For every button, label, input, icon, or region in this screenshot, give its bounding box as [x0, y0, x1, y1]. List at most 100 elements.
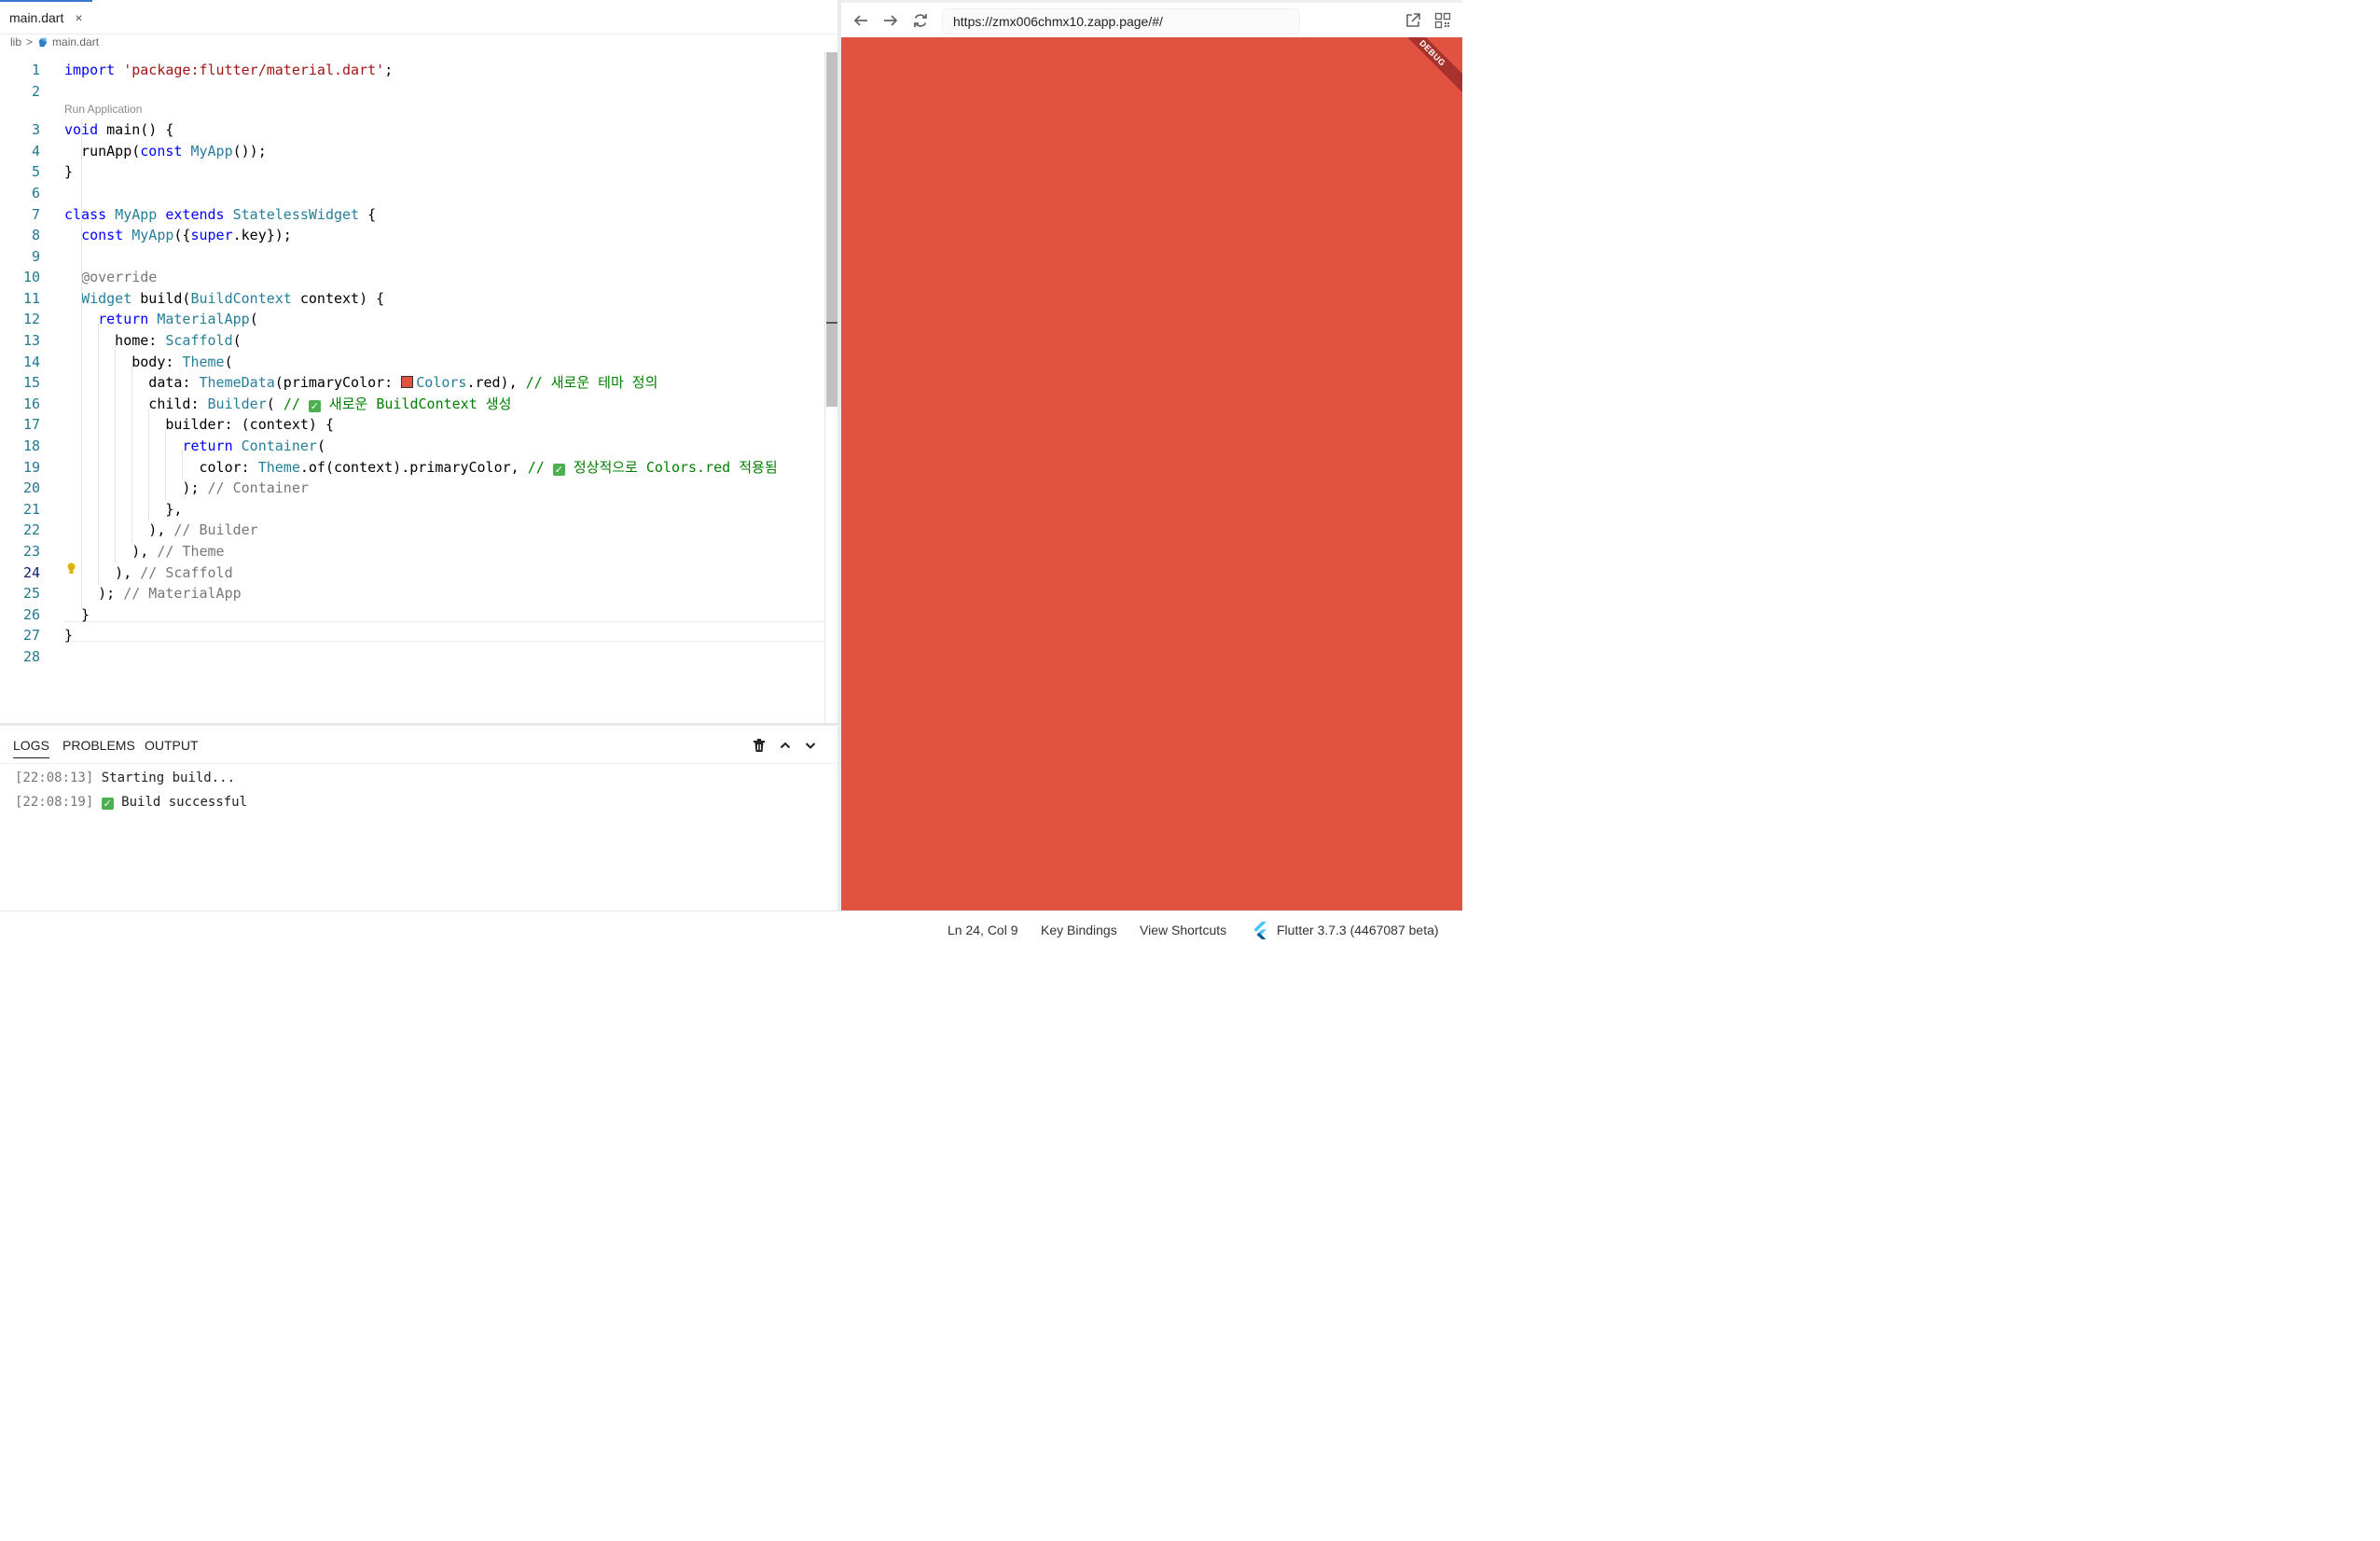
- cursor-position[interactable]: Ln 24, Col 9: [948, 923, 1018, 937]
- color-swatch-icon[interactable]: [401, 376, 414, 388]
- code-line[interactable]: 6: [0, 183, 824, 203]
- code-line[interactable]: 25 ); // MaterialApp: [0, 583, 824, 604]
- tab-main-dart[interactable]: main.dart ×: [0, 0, 92, 34]
- line-number: 10: [22, 269, 40, 285]
- line-number: 9: [31, 248, 40, 265]
- code-line[interactable]: 24 ), // Scaffold: [0, 562, 824, 583]
- code-line[interactable]: 17 builder: (context) {: [0, 414, 824, 435]
- code-line[interactable]: 2: [0, 81, 824, 102]
- view-shortcuts-button[interactable]: View Shortcuts: [1140, 923, 1226, 937]
- chevron-up-icon[interactable]: [778, 738, 793, 753]
- code-line[interactable]: 26 }: [0, 604, 824, 625]
- line-number: 6: [31, 185, 40, 201]
- code-text: ), // Builder: [64, 520, 257, 540]
- code-token: extends: [165, 206, 225, 223]
- browser-toolbar: https://zmx006chmx10.zapp.page/#/: [841, 0, 1462, 37]
- check-mark-icon: ✓: [552, 464, 565, 476]
- code-token: (: [266, 396, 284, 412]
- code-token: Container: [241, 437, 317, 454]
- line-number: 2: [31, 83, 40, 100]
- code-line[interactable]: 10 @override: [0, 267, 824, 287]
- code-token: //: [527, 459, 553, 476]
- log-message: Build successful: [121, 795, 248, 810]
- breadcrumb-folder[interactable]: lib: [10, 35, 21, 49]
- line-number: 27: [22, 627, 40, 644]
- code-line[interactable]: 9: [0, 246, 824, 267]
- code-token: Scaffold: [165, 332, 233, 349]
- code-token: BuildContext: [190, 290, 292, 307]
- line-number: 17: [22, 416, 40, 433]
- code-line[interactable]: 19 color: Theme.of(context).primaryColor…: [0, 457, 824, 478]
- close-icon[interactable]: ×: [75, 10, 82, 25]
- code-text: data: ThemeData(primaryColor: Colors.red…: [64, 372, 657, 393]
- app-preview[interactable]: DEBUG: [841, 37, 1462, 910]
- back-arrow-icon[interactable]: [852, 12, 869, 29]
- code-line[interactable]: 16 child: Builder( // ✓ 새로운 BuildContext…: [0, 394, 824, 414]
- dart-file-icon: [38, 37, 48, 47]
- indent-guide: [131, 366, 132, 543]
- code-text: return MaterialApp(: [64, 309, 258, 329]
- line-number: 16: [22, 396, 40, 412]
- code-token: ;: [384, 62, 394, 78]
- forward-arrow-icon[interactable]: [882, 12, 899, 29]
- code-line[interactable]: 22 ), // Builder: [0, 520, 824, 540]
- line-number: 24: [22, 564, 40, 581]
- code-line[interactable]: 28: [0, 646, 824, 667]
- editor-scrollbar-thumb[interactable]: [826, 52, 837, 407]
- code-token: child:: [64, 396, 208, 412]
- code-token: build(: [131, 290, 191, 307]
- breadcrumb-file[interactable]: main.dart: [52, 35, 99, 49]
- code-token: );: [64, 479, 208, 496]
- code-token: // Scaffold: [140, 564, 233, 581]
- lightbulb-icon[interactable]: [67, 562, 76, 576]
- code-text: runApp(const MyApp());: [64, 141, 267, 161]
- open-external-icon[interactable]: [1404, 12, 1421, 29]
- code-line[interactable]: 13 home: Scaffold(: [0, 330, 824, 351]
- code-token: .of(context).primaryColor,: [299, 459, 528, 476]
- code-area[interactable]: 1 import 'package:flutter/material.dart';…: [0, 59, 824, 723]
- code-line[interactable]: 4 runApp(const MyApp());: [0, 141, 824, 161]
- code-line[interactable]: 14 body: Theme(: [0, 352, 824, 372]
- tab-problems[interactable]: PROBLEMS: [62, 738, 135, 753]
- code-text: }: [64, 161, 73, 182]
- code-editor-pane: main.dart × lib > main.dart 1 import 'pac…: [0, 0, 839, 913]
- code-line[interactable]: 3 void main() {: [0, 119, 824, 140]
- trash-icon[interactable]: [752, 738, 767, 753]
- code-text: }: [64, 604, 90, 625]
- log-timestamp: [22:08:13]: [15, 770, 94, 785]
- qr-code-icon[interactable]: [1434, 12, 1451, 29]
- code-token: super: [190, 227, 233, 243]
- chevron-down-icon[interactable]: [803, 738, 818, 753]
- run-application-codelens[interactable]: Run Application: [64, 103, 142, 116]
- code-line[interactable]: 1 import 'package:flutter/material.dart';: [0, 60, 824, 80]
- code-line[interactable]: 11 Widget build(BuildContext context) {: [0, 288, 824, 309]
- code-token: MyApp: [190, 143, 233, 160]
- code-token: //: [283, 396, 309, 412]
- line-number: 3: [31, 121, 40, 138]
- log-entry: [22:08:19] ✓ Build successful: [15, 791, 247, 814]
- code-token: ),: [64, 543, 158, 560]
- reload-icon[interactable]: [912, 12, 929, 29]
- code-line[interactable]: 23 ), // Theme: [0, 541, 824, 562]
- code-line[interactable]: 8 const MyApp({super.key});: [0, 225, 824, 245]
- tab-output[interactable]: OUTPUT: [145, 738, 199, 753]
- code-text: }: [64, 625, 73, 646]
- code-line[interactable]: 5}: [0, 161, 824, 182]
- code-line[interactable]: 20 ); // Container: [0, 478, 824, 498]
- key-bindings-button[interactable]: Key Bindings: [1041, 923, 1117, 937]
- tab-logs[interactable]: LOGS: [13, 738, 49, 758]
- flutter-version[interactable]: Flutter 3.7.3 (4467087 beta): [1277, 923, 1439, 937]
- url-field[interactable]: https://zmx006chmx10.zapp.page/#/: [942, 8, 1300, 35]
- line-number: 26: [22, 606, 40, 623]
- code-line[interactable]: 15 data: ThemeData(primaryColor: Colors.…: [0, 372, 824, 393]
- code-line[interactable]: 7 class MyApp extends StatelessWidget {: [0, 204, 824, 225]
- code-line[interactable]: 18 return Container(: [0, 436, 824, 456]
- code-line[interactable]: 12 return MaterialApp(: [0, 309, 824, 329]
- code-line[interactable]: 21 },: [0, 499, 824, 520]
- code-token: );: [64, 585, 124, 602]
- code-line[interactable]: 27}: [0, 625, 824, 646]
